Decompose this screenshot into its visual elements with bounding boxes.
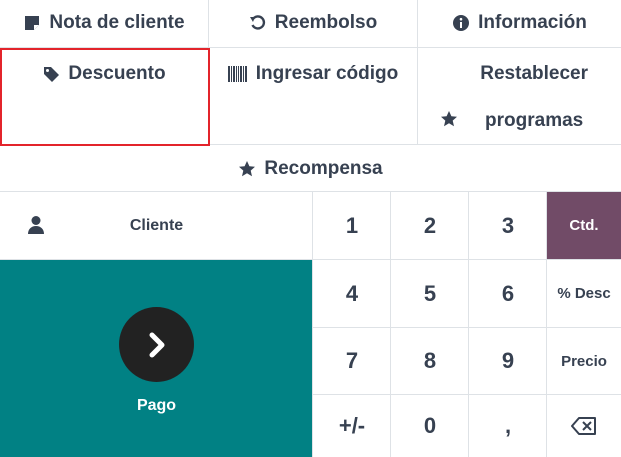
customer-note-label: Nota de cliente [49,12,185,33]
chevron-right-icon [119,307,194,382]
info-button[interactable]: Información [418,0,621,48]
customer-label: Cliente [129,216,184,234]
enter-code-label: Ingresar código [255,63,399,84]
star-icon [238,160,256,178]
numpad-key-4[interactable]: 4 [312,260,391,328]
reset-programs-button[interactable]: Restablecer programas [418,48,621,145]
customer-note-button[interactable]: Nota de cliente [0,0,209,48]
star-icon [440,110,458,128]
backspace-icon [571,417,597,435]
reward-button[interactable]: Recompensa [0,145,621,192]
reward-label: Recompensa [264,158,383,179]
qty-mode-button[interactable]: Ctd. [546,192,621,260]
info-circle-icon [452,14,470,32]
reset-programs-label: Restablecer programas [480,63,588,131]
user-icon [27,216,45,234]
payment-button[interactable]: Pago [0,260,313,457]
discount-label: Descuento [68,63,166,84]
numpad-key-2[interactable]: 2 [390,192,469,260]
barcode-icon [227,65,248,83]
numpad-key-3[interactable]: 3 [468,192,547,260]
numpad-key-1[interactable]: 1 [312,192,391,260]
numpad-backspace[interactable] [546,395,621,457]
discount-button[interactable]: Descuento [0,48,209,145]
numpad-key-0[interactable]: 0 [390,395,469,457]
numpad-decimal[interactable]: , [468,395,547,457]
undo-icon [249,14,267,32]
numpad-key-9[interactable]: 9 [468,328,547,395]
numpad-key-6[interactable]: 6 [468,260,547,328]
sticky-note-icon [23,14,41,32]
refund-button[interactable]: Reembolso [209,0,418,48]
enter-code-button[interactable]: Ingresar código [209,48,418,145]
numpad-key-5[interactable]: 5 [390,260,469,328]
numpad-plus-minus[interactable]: +/- [312,395,391,457]
price-mode-button[interactable]: Precio [546,328,621,395]
tag-icon [42,65,60,83]
payment-label: Pago [136,397,177,414]
info-label: Información [478,12,587,33]
numpad-key-8[interactable]: 8 [390,328,469,395]
numpad-key-7[interactable]: 7 [312,328,391,395]
customer-button[interactable]: Cliente [0,192,313,260]
refund-label: Reembolso [274,12,378,33]
discount-mode-button[interactable]: % Desc [546,260,621,328]
